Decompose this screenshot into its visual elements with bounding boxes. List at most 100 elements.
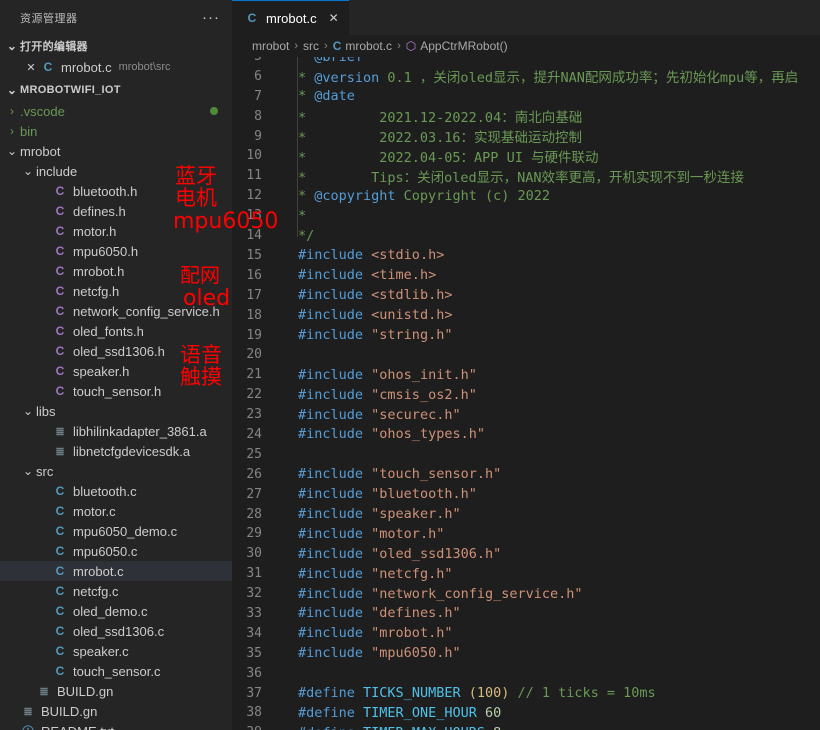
line-content: #include "ohos_types.h" xyxy=(276,426,485,442)
code-token: <unistd.h> xyxy=(371,307,452,323)
tree-folder-bin[interactable]: ›bin xyxy=(0,121,232,141)
tree-file-label: BUILD.gn xyxy=(57,684,113,699)
line-content: #include "oled_ssd1306.h" xyxy=(276,546,501,562)
code-line: 7* @date xyxy=(232,86,820,106)
breadcrumb-item-appctrmrobot-[interactable]: ⬡AppCtrMRobot() xyxy=(406,39,508,53)
code-lines: 5* @brief6* @version 0.1 ，关闭oled显示，提升NAN… xyxy=(232,57,820,730)
close-icon[interactable]: ✕ xyxy=(329,11,339,25)
tree-file-oled-demo-c[interactable]: Coled_demo.c xyxy=(0,601,232,621)
code-token: #include xyxy=(298,645,363,661)
project-section-header[interactable]: ⌄ MROBOTWIFI_IOT xyxy=(0,79,232,101)
breadcrumb-label: mrobot xyxy=(252,39,289,53)
vscode-window: 资源管理器 ··· ⌄ 打开的编辑器 ✕ C mrobot.c mrobot\s… xyxy=(0,0,820,730)
tree-file-netcfg-c[interactable]: Cnetcfg.c xyxy=(0,581,232,601)
code-token: "string.h" xyxy=(371,327,452,343)
ellipsis-icon[interactable]: ··· xyxy=(202,14,220,22)
breadcrumb-label: AppCtrMRobot() xyxy=(420,39,507,53)
code-line: 11* Tips：关闭oled显示，NAN效率更高，开机实现不到一秒连接 xyxy=(232,166,820,186)
code-token xyxy=(363,586,371,602)
code-line: 38#define TIMER_ONE_HOUR 60 xyxy=(232,703,820,723)
tree-file-label: defines.h xyxy=(73,204,126,219)
code-token xyxy=(461,685,469,701)
tab-mrobot-c[interactable]: C mrobot.c ✕ xyxy=(232,0,349,35)
tree-file-label: README.txt xyxy=(41,724,114,730)
code-line: 33#include "defines.h" xyxy=(232,604,820,624)
tree-folder-mrobot[interactable]: ⌄mrobot xyxy=(0,141,232,161)
line-number: 19 xyxy=(232,328,276,343)
code-token: "touch_sensor.h" xyxy=(371,466,501,482)
tree-file-label: speaker.h xyxy=(73,364,129,379)
code-token xyxy=(363,506,371,522)
code-token: TIMER_MAX_HOURS xyxy=(363,725,485,730)
code-token: 8 xyxy=(493,725,501,730)
tree-file-bluetooth-c[interactable]: Cbluetooth.c xyxy=(0,481,232,501)
tree-file-motor-c[interactable]: Cmotor.c xyxy=(0,501,232,521)
open-editor-item-mrobot-c[interactable]: ✕ C mrobot.c mrobot\src xyxy=(0,57,232,77)
tree-folder--vscode[interactable]: ›.vscode xyxy=(0,101,232,121)
c-source-icon: C xyxy=(52,644,68,658)
code-token: #include xyxy=(298,566,363,582)
tree-file-oled-fonts-h[interactable]: Coled_fonts.h xyxy=(0,321,232,341)
line-number: 31 xyxy=(232,566,276,581)
tree-file-mrobot-c[interactable]: Cmrobot.c xyxy=(0,561,232,581)
code-editor[interactable]: 5* @brief6* @version 0.1 ，关闭oled显示，提升NAN… xyxy=(232,57,820,730)
breadcrumb-item-mrobot-c[interactable]: Cmrobot.c xyxy=(333,39,392,53)
close-icon[interactable]: ✕ xyxy=(22,61,40,74)
line-content: #include "netcfg.h" xyxy=(276,566,452,582)
code-token: * xyxy=(298,88,314,104)
line-number: 30 xyxy=(232,546,276,561)
code-token: #include xyxy=(298,586,363,602)
c-source-icon: C xyxy=(52,564,68,578)
chevron-down-icon: ⌄ xyxy=(20,164,36,178)
tree-file-touch-sensor-c[interactable]: Ctouch_sensor.c xyxy=(0,661,232,681)
line-number: 8 xyxy=(232,109,276,124)
code-token: * 2021.12-2022.04：南北向基础 xyxy=(298,110,582,126)
code-token: "cmsis_os2.h" xyxy=(371,387,477,403)
code-token xyxy=(477,705,485,721)
tree-file-build-gn[interactable]: ≣BUILD.gn xyxy=(0,681,232,701)
tree-file-libnetcfgdevicesdk-a[interactable]: ≣libnetcfgdevicesdk.a xyxy=(0,441,232,461)
tree-file-label: oled_fonts.h xyxy=(73,324,144,339)
tree-file-build-gn[interactable]: ≣BUILD.gn xyxy=(0,701,232,721)
line-content: * @copyright Copyright (c) 2022 xyxy=(276,188,550,204)
code-token: #include xyxy=(298,426,363,442)
code-token: @date xyxy=(314,88,355,104)
code-token xyxy=(355,705,363,721)
code-token: // 1 ticks = 10ms xyxy=(518,685,656,701)
scrollbar-track[interactable] xyxy=(808,57,820,730)
breadcrumb-item-mrobot[interactable]: mrobot xyxy=(252,39,289,53)
chevron-down-icon: ⌄ xyxy=(20,404,36,418)
code-token: #include xyxy=(298,247,363,263)
code-token: #include xyxy=(298,267,363,283)
line-content: #include "bluetooth.h" xyxy=(276,486,477,502)
code-line: 34#include "mrobot.h" xyxy=(232,623,820,643)
c-header-icon: C xyxy=(52,304,68,318)
code-token xyxy=(363,247,371,263)
tree-file-readme-txt[interactable]: ⓘREADME.txt xyxy=(0,721,232,730)
code-token xyxy=(363,407,371,423)
code-token: #include xyxy=(298,506,363,522)
code-token: * Tips：关闭oled显示，NAN效率更高，开机实现不到一秒连接 xyxy=(298,170,744,186)
line-content: #include "cmsis_os2.h" xyxy=(276,387,477,403)
code-token: * xyxy=(298,208,306,224)
red-annotation: oled xyxy=(183,288,230,310)
open-editors-section-header[interactable]: ⌄ 打开的编辑器 xyxy=(0,35,232,57)
tree-file-mpu6050-h[interactable]: Cmpu6050.h xyxy=(0,241,232,261)
code-line: 15#include <stdio.h> xyxy=(232,246,820,266)
line-content: #define TICKS_NUMBER (100) // 1 ticks = … xyxy=(276,685,656,701)
line-number: 28 xyxy=(232,507,276,522)
tree-file-oled-ssd1306-c[interactable]: Coled_ssd1306.c xyxy=(0,621,232,641)
tree-folder-src[interactable]: ⌄src xyxy=(0,461,232,481)
code-token: @copyright xyxy=(314,188,395,204)
tree-file-speaker-c[interactable]: Cspeaker.c xyxy=(0,641,232,661)
tree-file-label: libnetcfgdevicesdk.a xyxy=(73,444,190,459)
tree-file-mpu6050-demo-c[interactable]: Cmpu6050_demo.c xyxy=(0,521,232,541)
tree-file-libhilinkadapter-3861-a[interactable]: ≣libhilinkadapter_3861.a xyxy=(0,421,232,441)
tree-file-mpu6050-c[interactable]: Cmpu6050.c xyxy=(0,541,232,561)
line-content: #include "speaker.h" xyxy=(276,506,461,522)
code-token: #include xyxy=(298,526,363,542)
code-token: "defines.h" xyxy=(371,605,460,621)
breadcrumb-item-src[interactable]: src xyxy=(303,39,319,53)
tree-file-label: mrobot.h xyxy=(73,264,124,279)
tree-folder-libs[interactable]: ⌄libs xyxy=(0,401,232,421)
